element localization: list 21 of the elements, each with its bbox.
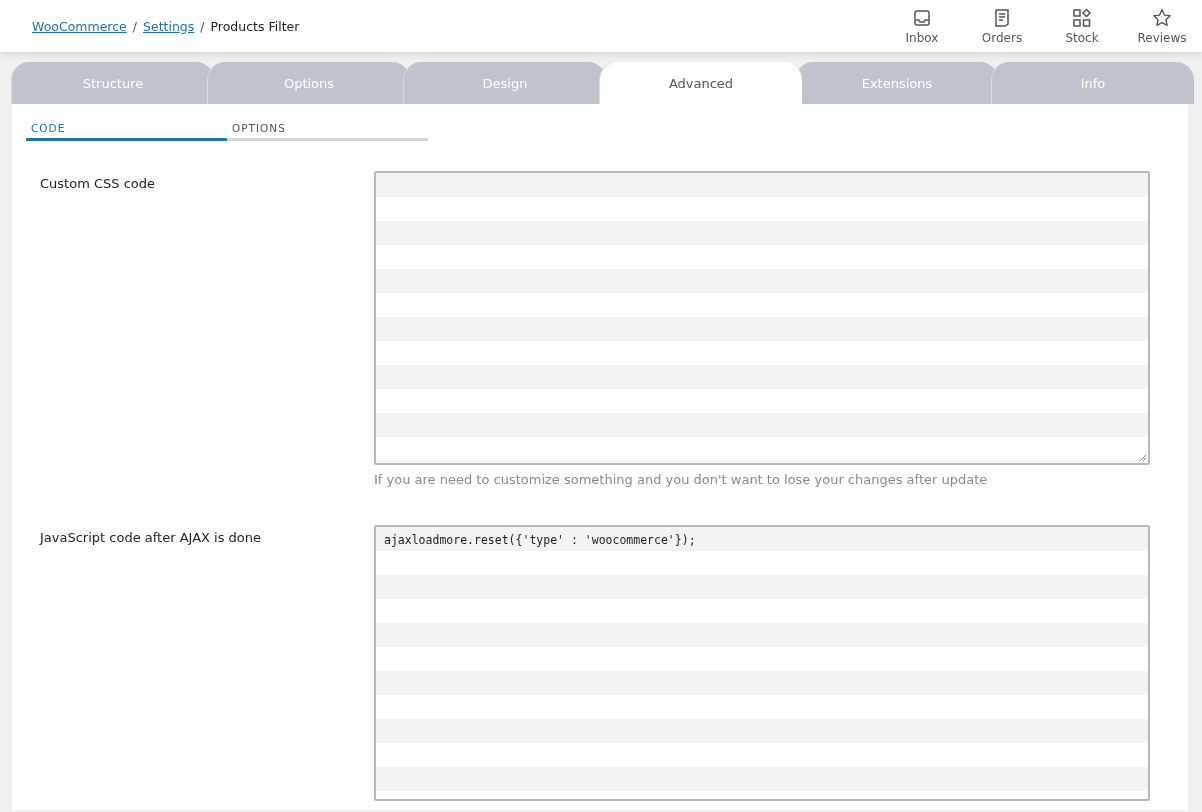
breadcrumb-link[interactable]: WooCommerce — [32, 18, 127, 34]
breadcrumb-separator: / — [200, 18, 205, 34]
breadcrumb-current: Products Filter — [210, 18, 300, 34]
header-action-button[interactable]: Orders — [962, 0, 1042, 52]
breadcrumb-link[interactable]: Settings — [143, 18, 195, 34]
subtab[interactable]: CODE — [26, 122, 227, 141]
field-label: JavaScript code after AJAX is done — [38, 529, 263, 547]
resize-grip-icon[interactable] — [1139, 454, 1147, 462]
inbox-tray-icon — [912, 7, 932, 28]
field-label: Custom CSS code — [39, 175, 156, 193]
code-editor[interactable]: ajaxloadmore.reset({'type' : 'woocommerce'}); — [374, 525, 1150, 801]
header-action-button[interactable]: Reviews — [1122, 0, 1202, 52]
subtab[interactable]: OPTIONS — [227, 122, 428, 141]
document-icon — [992, 7, 1012, 28]
breadcrumb-separator: / — [132, 18, 137, 34]
tab[interactable]: Advanced — [600, 62, 802, 104]
grid-shapes-icon — [1072, 7, 1092, 28]
star-icon — [1152, 7, 1172, 28]
header-action-button[interactable]: Stock — [1042, 0, 1122, 52]
field-hint: If you are need to customize something and you don't want to lose your changes after update — [374, 472, 989, 487]
header-action-button[interactable]: Inbox — [882, 0, 962, 52]
